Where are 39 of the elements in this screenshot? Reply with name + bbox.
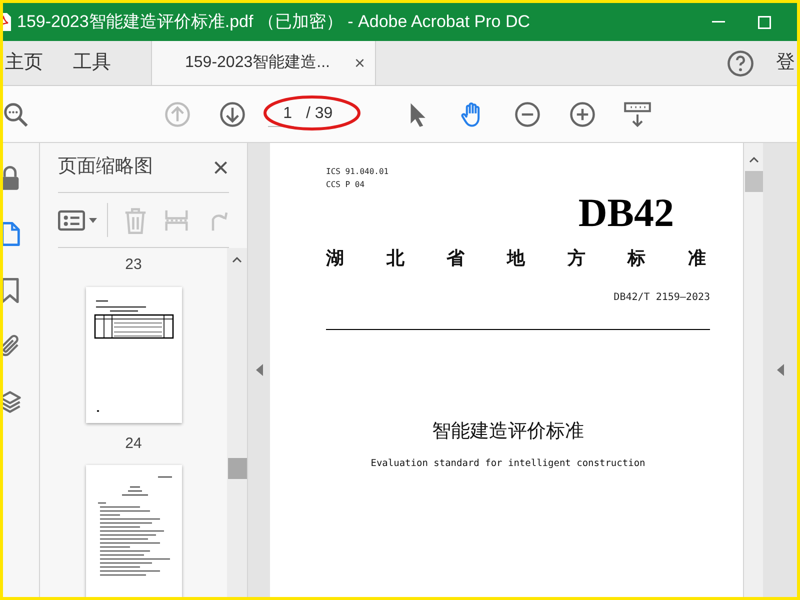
standard-number: DB42/T 2159—2023 [614, 291, 710, 305]
maximize-icon[interactable] [758, 16, 770, 28]
issuer-heading: 湖北省地方标准 [326, 247, 706, 270]
page-number-label: 24 [125, 434, 142, 454]
zoom-in-icon[interactable] [569, 100, 596, 128]
page-count: / 39 [306, 104, 333, 124]
sign-in-link[interactable]: 登 [776, 41, 795, 85]
keyboard-down-arrow-icon[interactable] [624, 100, 651, 128]
help-icon[interactable] [727, 50, 754, 76]
standard-code: DB42 [578, 193, 674, 233]
minimize-icon[interactable] [712, 21, 724, 23]
document-subtitle: Evaluation standard for intelligent construction [370, 456, 646, 470]
panel-title: 页面缩略图 [58, 155, 153, 180]
page-number-label: 23 [125, 255, 142, 275]
search-icon[interactable] [3, 100, 29, 128]
page-icon[interactable] [3, 221, 23, 247]
close-tab-button[interactable]: × [354, 50, 365, 76]
classification-code: CCS P 04 [326, 179, 365, 191]
page-thumbnail[interactable] [86, 286, 182, 422]
collapse-left-icon[interactable] [256, 364, 262, 376]
page-number-field[interactable]: 1 [268, 101, 294, 127]
layers-icon[interactable] [3, 389, 23, 415]
scrollbar[interactable] [227, 248, 247, 597]
classification-code: ICS 91.040.01 [326, 166, 389, 178]
scrollbar[interactable] [743, 143, 763, 597]
zoom-out-icon[interactable] [514, 100, 541, 128]
scrollbar-thumb[interactable] [744, 171, 762, 192]
scroll-up-icon[interactable] [748, 157, 758, 163]
window-title: 159-2023智能建造评价标准.pdf （已加密） - Adobe Acrobat Pro DC [17, 11, 530, 34]
scrollbar-thumb[interactable] [228, 458, 246, 479]
tab-label: 159-2023智能建造... [185, 52, 330, 73]
caret-icon[interactable] [89, 218, 97, 222]
document-title: 智能建造评价标准 [432, 420, 584, 444]
close-panel-button[interactable]: × [212, 154, 229, 182]
scroll-up-icon[interactable] [232, 257, 242, 263]
document-tab[interactable]: 159-2023智能建造... × [151, 41, 376, 85]
arrow-down-icon[interactable] [219, 100, 246, 128]
page-thumbnail[interactable] [86, 465, 182, 597]
collapse-right-icon[interactable] [776, 364, 784, 376]
